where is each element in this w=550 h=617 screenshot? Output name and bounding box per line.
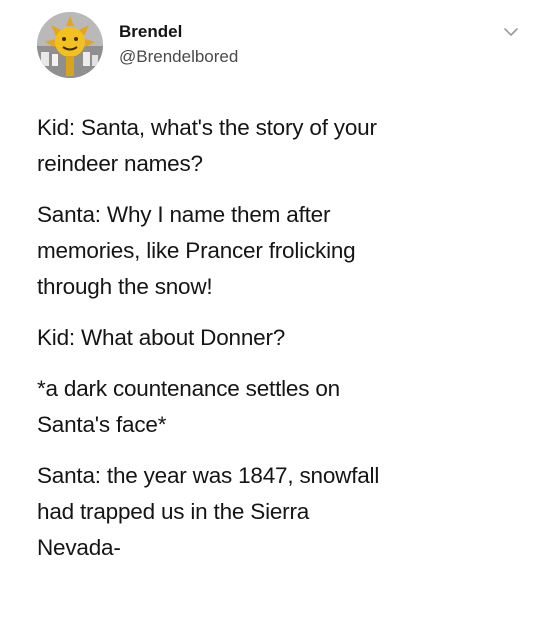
tweet-line: Santa: the year was 1847, snowfall [37,463,380,488]
tweet-line: memories, like Prancer frolicking [37,238,356,263]
chevron-down-icon[interactable] [503,26,519,38]
author-handle[interactable]: @Brendelbored [119,47,238,67]
author-name[interactable]: Brendel [119,22,182,42]
tweet-line: reindeer names? [37,151,203,176]
tweet-line: Kid: Santa, what's the story of your [37,115,377,140]
tweet-paragraph: Santa: the year was 1847, snowfall had t… [37,458,537,566]
tweet-card: Brendel @Brendelbored Kid: Santa, what's… [0,0,550,617]
tweet-header: Brendel @Brendelbored [37,12,527,78]
tweet-paragraph: Kid: What about Donner? [37,320,537,356]
tweet-line: Nevada- [37,535,121,560]
tweet-paragraph: *a dark countenance settles on Santa's f… [37,371,537,443]
avatar[interactable] [37,12,103,78]
tweet-line: *a dark countenance settles on [37,376,340,401]
tweet-line: had trapped us in the Sierra [37,499,310,524]
tweet-paragraph: Santa: Why I name them after memories, l… [37,197,537,305]
tweet-line: Santa's face* [37,412,167,437]
tweet-text: Kid: Santa, what's the story of your rei… [37,110,537,581]
tweet-line: Santa: Why I name them after [37,202,331,227]
tweet-line: through the snow! [37,274,213,299]
tweet-line: Kid: What about Donner? [37,325,286,350]
sun-face-avatar-icon [37,12,103,78]
tweet-paragraph: Kid: Santa, what's the story of your rei… [37,110,537,182]
